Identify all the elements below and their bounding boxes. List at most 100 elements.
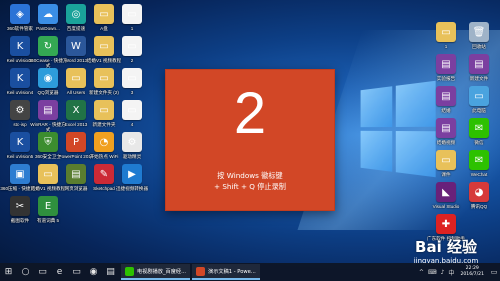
recording-countdown-dialog: 2 按 Windows 徽标键 + Shift + Q 停止录制 xyxy=(165,69,335,211)
tray-input-method-icon[interactable]: 中 xyxy=(446,268,456,277)
desktop-app-icon: ◕ xyxy=(469,182,489,202)
desktop-icon-left-9[interactable]: ▭ 2 xyxy=(112,36,152,63)
desktop-app-icon: ▤ xyxy=(66,164,86,184)
tray-overflow-icon[interactable]: ^ xyxy=(417,269,426,276)
desktop-icon-label: 1 xyxy=(130,26,134,31)
desktop-app-icon: ▤ xyxy=(436,86,456,106)
search-icon[interactable]: ○ xyxy=(17,263,34,281)
desktop-icon-label: 4 xyxy=(130,122,134,127)
desktop-icon-left-4[interactable]: ▭ 1 xyxy=(112,4,152,31)
desktop-icon-label: 迅捷视频转换器 xyxy=(115,186,149,191)
desktop-icon-left-31[interactable]: E 有道词典 5 xyxy=(28,196,68,223)
pinned-explorer-icon[interactable]: ▭ xyxy=(68,263,85,281)
desktop-app-icon: ▭ xyxy=(122,68,142,88)
task-powerpoint-icon xyxy=(196,266,206,276)
pinned-browser-icon[interactable]: ◉ xyxy=(85,263,102,281)
desktop-app-icon: ▭ xyxy=(122,100,142,120)
desktop-icon-label: WeChat xyxy=(470,172,488,177)
desktop-app-icon: ◎ xyxy=(66,4,86,24)
desktop-app-icon: ▶ xyxy=(122,164,142,184)
desktop-app-icon: ▭ xyxy=(436,150,456,170)
desktop-app-icon: ▭ xyxy=(94,36,114,56)
desktop-app-icon: ▭ xyxy=(38,164,58,184)
desktop-icon-right-5[interactable]: ▭ 此电脑 xyxy=(459,86,499,113)
system-tray: ^ ⌨ ♪ 中 22:29 2016/7/21 ▭ xyxy=(417,263,500,281)
desktop-app-icon: ▭ xyxy=(122,36,142,56)
stop-recording-hint: 按 Windows 徽标键 + Shift + Q 停止录制 xyxy=(214,171,286,191)
desktop-icon-label: 3 xyxy=(130,90,134,95)
desktop-icon-left-24[interactable]: ⚙ 驱动精灵 xyxy=(112,132,152,159)
desktop-app-icon: ▭ xyxy=(66,68,86,88)
desktop-icon-label: 回收站 xyxy=(472,44,486,49)
desktop-app-icon: ▤ xyxy=(436,118,456,138)
desktop-app-icon: ▭ xyxy=(94,68,114,88)
desktop-app-icon: ⛨ xyxy=(38,132,58,152)
desktop-icon-right-9[interactable]: ✉ WeChat xyxy=(459,150,499,177)
desktop-icon-right-11[interactable]: ◕ 腾讯QQ xyxy=(459,182,499,209)
desktop-app-icon: ▭ xyxy=(94,100,114,120)
desktop-app-icon: ▭ xyxy=(469,86,489,106)
desktop-app-icon: ✉ xyxy=(469,150,489,170)
tray-keyboard-icon[interactable]: ⌨ xyxy=(426,269,439,276)
desktop-app-icon: ▤ xyxy=(436,54,456,74)
desktop-app-icon: K xyxy=(10,68,30,88)
taskbar: ⊞ ○ ▭ e ▭ ◉ ▤ 电视剧播放_百度经... 演示文稿1 - Powe.… xyxy=(0,263,500,281)
desktop-app-icon: K xyxy=(10,36,30,56)
windows-logo-wallpaper xyxy=(360,80,436,178)
desktop-icon-right-1[interactable]: 🗑 回收站 xyxy=(459,22,499,49)
desktop-icon-left-14[interactable]: ▭ 3 xyxy=(112,68,152,95)
desktop-app-icon: 🗑 xyxy=(469,22,489,42)
desktop: ◈ 360软件管家 ☁ PanDown... ◎ 百度提速 ▭ A盘 ▭ 1 K Keil uVisi… xyxy=(0,0,500,281)
desktop-app-icon: ✚ xyxy=(436,214,456,234)
desktop-app-icon: ▤ xyxy=(38,100,58,120)
countdown-number: 2 xyxy=(233,81,267,146)
desktop-icon-label: 腾讯QQ xyxy=(470,204,488,209)
desktop-app-icon: ⚙ xyxy=(10,100,30,120)
desktop-app-icon: ✎ xyxy=(94,164,114,184)
watermark-brand: Bai 经验 xyxy=(415,238,477,256)
desktop-app-icon: ⚙ xyxy=(122,132,142,152)
desktop-app-icon: ▭ xyxy=(436,22,456,42)
task-view-icon[interactable]: ▭ xyxy=(34,263,51,281)
pinned-edge-icon[interactable]: e xyxy=(51,263,68,281)
desktop-app-icon: X xyxy=(66,100,86,120)
notification-center-icon[interactable]: ▭ xyxy=(488,263,500,281)
desktop-icon-label: 此电脑 xyxy=(472,108,486,113)
desktop-icon-label: 有道词典 5 xyxy=(36,218,60,223)
pinned-app-icon[interactable]: ▤ xyxy=(102,263,119,281)
desktop-icon-left-29[interactable]: ▶ 迅捷视频转换器 xyxy=(112,164,152,191)
desktop-app-icon: ✂ xyxy=(10,196,30,216)
desktop-icon-label: 微信 xyxy=(474,140,484,145)
desktop-app-icon: ▤ xyxy=(469,54,489,74)
desktop-app-icon: K xyxy=(10,132,30,152)
desktop-app-icon: ▭ xyxy=(94,4,114,24)
desktop-app-icon: ↻ xyxy=(38,36,58,56)
task-powerpoint-label: 演示文稿1 - Powe... xyxy=(208,268,256,275)
desktop-app-icon: ☁ xyxy=(38,4,58,24)
desktop-icon-label: 2 xyxy=(130,58,134,63)
baidu-jingyan-watermark: Bai 经验 jingyan.baidu.com xyxy=(394,236,498,265)
taskbar-task-powerpoint[interactable]: 演示文稿1 - Powe... xyxy=(192,264,260,280)
desktop-icon-label: 新建文件 xyxy=(469,76,489,81)
task-browser-icon xyxy=(125,266,134,276)
desktop-app-icon: ▣ xyxy=(10,164,30,184)
task-browser-label: 电视剧播放_百度经... xyxy=(137,268,187,275)
tray-volume-icon[interactable]: ♪ xyxy=(439,269,447,276)
taskbar-task-browser[interactable]: 电视剧播放_百度经... xyxy=(121,264,191,280)
desktop-app-icon: ▭ xyxy=(122,4,142,24)
taskbar-clock[interactable]: 22:29 2016/7/21 xyxy=(456,266,488,278)
desktop-icon-right-7[interactable]: ✉ 微信 xyxy=(459,118,499,145)
clock-date: 2016/7/21 xyxy=(460,272,484,277)
desktop-app-icon: ◈ xyxy=(10,4,30,24)
start-button[interactable]: ⊞ xyxy=(0,263,17,281)
desktop-app-icon: W xyxy=(66,36,86,56)
desktop-icon-right-3[interactable]: ▤ 新建文件 xyxy=(459,54,499,81)
desktop-app-icon: ◣ xyxy=(436,182,456,202)
desktop-icon-left-19[interactable]: ▭ 4 xyxy=(112,100,152,127)
desktop-app-icon: ◔ xyxy=(94,132,114,152)
desktop-app-icon: E xyxy=(38,196,58,216)
desktop-icon-label: 驱动精灵 xyxy=(122,154,142,159)
desktop-app-icon: ◉ xyxy=(38,68,58,88)
desktop-app-icon: P xyxy=(66,132,86,152)
desktop-app-icon: ✉ xyxy=(469,118,489,138)
